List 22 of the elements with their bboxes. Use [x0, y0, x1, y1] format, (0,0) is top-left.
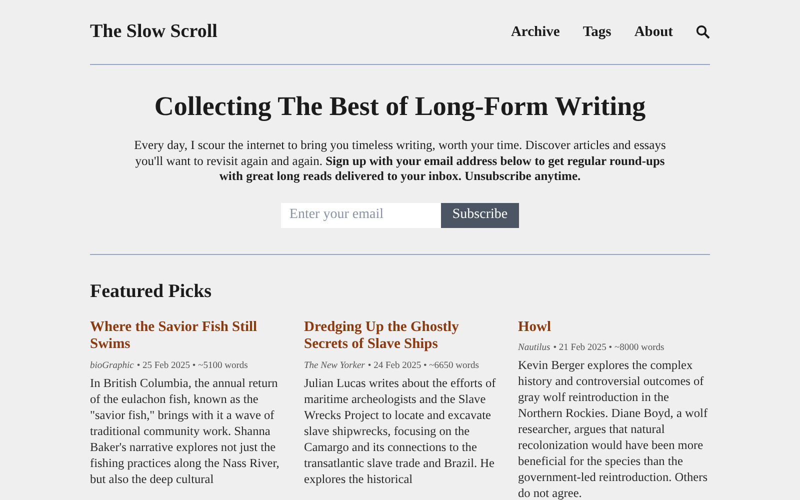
section-heading: Featured Picks	[90, 280, 213, 302]
article-excerpt: In British Columbia, the annual return of the eulachon fish, known as the "savior fish," brings with it a wave of traditional community work. Shanna Baker's narrative explores not just the fishing practices along the Nass River, but also the deep cultural	[90, 374, 280, 486]
intro-text: Every day, I scour the internet to bring you timeless writing, worth your time. Discover articles and essays you'll want to revisit again and again. Sign up with your email address below to get regular round-ups with great long reads delivered to your inbox. Unsubscribe anytime.	[133, 138, 667, 184]
article-title-link[interactable]: Howl	[518, 318, 710, 336]
subscribe-button[interactable]: Subscribe	[441, 202, 519, 228]
page-heading: Collecting The Best of Long-Form Writing	[154, 91, 646, 122]
article-source: The New Yorker	[304, 360, 365, 370]
article-source: Nautilus	[518, 343, 550, 353]
article-details: • 21 Feb 2025 • ~8000 words	[553, 343, 664, 353]
article-details: • 25 Feb 2025 • ~5100 words	[136, 360, 248, 370]
article-excerpt: Kevin Berger explores the complex history and controversial outcomes of gray wolf reintroduction in the Northern Rockies. Diane Boyd, a wolf researcher, argues that natural recolonization would have been more beneficial for the species than the government-led reintroduction. Others do not agree.	[518, 357, 709, 500]
search-icon[interactable]	[696, 25, 710, 39]
article-title-link[interactable]: Where the Savior Fish Still Swims	[90, 318, 282, 354]
nav-link[interactable]: Tags	[582, 24, 612, 40]
site-title[interactable]: The Slow Scroll	[90, 21, 218, 43]
nav-link[interactable]: Archive	[510, 24, 560, 40]
article-details: • 24 Feb 2025 • ~6650 words	[368, 360, 479, 370]
nav-link[interactable]: About	[634, 24, 673, 40]
article-source: bioGraphic	[90, 360, 134, 370]
article-excerpt: Julian Lucas writes about the efforts of maritime archeologists and the Slave Wrecks Project to locate and excavate slave shipwrecks, focusing on the Camargo and its connections to the transatlantic slave trade and Brazil. He explores the historical	[304, 374, 496, 486]
email-field[interactable]: Enter your email	[281, 202, 442, 228]
article-title-link[interactable]: Dredging Up the Ghostly Secrets of Slave Ships	[304, 318, 496, 354]
